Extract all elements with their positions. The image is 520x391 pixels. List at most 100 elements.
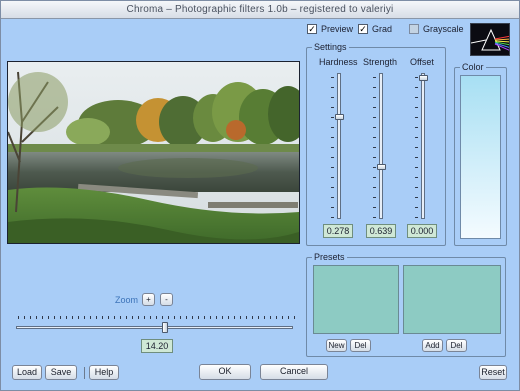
slider-tick xyxy=(373,177,376,178)
zoom-tick xyxy=(72,316,73,319)
preset-new-button[interactable]: New xyxy=(326,339,347,352)
preset-slot-right[interactable] xyxy=(403,265,501,334)
slider-tick xyxy=(331,157,334,158)
landscape-photo xyxy=(8,62,299,243)
window-title: Chroma – Photographic filters 1.0b – reg… xyxy=(1,1,519,19)
slider-tick xyxy=(373,117,376,118)
save-button[interactable]: Save xyxy=(45,365,77,380)
zoom-tick xyxy=(18,316,19,319)
load-button[interactable]: Load xyxy=(12,365,42,380)
hardness-label: Hardness xyxy=(319,57,358,67)
slider-tick xyxy=(331,77,334,78)
grayscale-check-box[interactable] xyxy=(409,24,419,34)
color-gradient-swatch[interactable] xyxy=(460,75,501,239)
photo-preview[interactable] xyxy=(7,61,300,244)
slider-tick xyxy=(373,137,376,138)
slider-tick xyxy=(331,177,334,178)
preset-slot-left[interactable] xyxy=(313,265,399,334)
slider-tick xyxy=(415,217,418,218)
zoom-tick xyxy=(120,316,121,319)
slider-tick xyxy=(415,197,418,198)
preset-add-button[interactable]: Add xyxy=(422,339,443,352)
checkmark-icon: ✓ xyxy=(359,24,367,34)
slider-tick xyxy=(331,197,334,198)
zoom-tick xyxy=(66,316,67,319)
zoom-tick xyxy=(90,316,91,319)
strength-slider-track[interactable] xyxy=(379,73,383,219)
slider-tick xyxy=(373,87,376,88)
zoom-tick xyxy=(126,316,127,319)
zoom-value[interactable]: 14.20 xyxy=(141,339,173,353)
prism-rainbow-icon xyxy=(470,23,510,56)
slider-tick xyxy=(415,97,418,98)
zoom-in-button[interactable]: + xyxy=(142,293,155,306)
strength-value[interactable]: 0.639 xyxy=(366,224,396,238)
slider-tick xyxy=(373,197,376,198)
checkmark-icon: ✓ xyxy=(308,24,316,34)
ok-button[interactable]: OK xyxy=(199,364,251,380)
zoom-out-button[interactable]: - xyxy=(160,293,173,306)
help-button[interactable]: Help xyxy=(89,365,119,380)
slider-tick xyxy=(331,187,334,188)
hardness-slider-thumb[interactable] xyxy=(335,113,344,120)
zoom-tick xyxy=(228,316,229,319)
grayscale-label: Grayscale xyxy=(423,24,464,34)
hardness-value[interactable]: 0.278 xyxy=(323,224,353,238)
zoom-tick xyxy=(252,316,253,319)
offset-value[interactable]: 0.000 xyxy=(407,224,437,238)
zoom-tick xyxy=(204,316,205,319)
slider-tick xyxy=(373,167,376,168)
zoom-tick xyxy=(144,316,145,319)
color-title: Color xyxy=(460,62,486,72)
grad-checkbox[interactable]: ✓ Grad xyxy=(358,23,392,35)
zoom-tick xyxy=(96,316,97,319)
settings-title: Settings xyxy=(312,42,349,52)
slider-tick xyxy=(331,107,334,108)
zoom-tick xyxy=(102,316,103,319)
zoom-tick xyxy=(174,316,175,319)
preset-del2-button[interactable]: Del xyxy=(446,339,467,352)
zoom-tick xyxy=(216,316,217,319)
reset-button[interactable]: Reset xyxy=(479,365,507,380)
offset-slider-thumb[interactable] xyxy=(419,75,428,81)
zoom-slider-track[interactable] xyxy=(16,326,293,329)
preset-del-button[interactable]: Del xyxy=(350,339,371,352)
presets-title: Presets xyxy=(312,252,347,262)
slider-tick xyxy=(415,77,418,78)
preview-checkbox[interactable]: ✓ Preview xyxy=(307,23,353,35)
zoom-tick xyxy=(270,316,271,319)
zoom-tick xyxy=(198,316,199,319)
slider-tick xyxy=(415,147,418,148)
hardness-slider-track[interactable] xyxy=(337,73,341,219)
zoom-tick xyxy=(294,316,295,319)
zoom-tick xyxy=(54,316,55,319)
preview-check-box[interactable]: ✓ xyxy=(307,24,317,34)
slider-tick xyxy=(331,167,334,168)
cancel-button[interactable]: Cancel xyxy=(260,364,328,380)
zoom-tick xyxy=(162,316,163,319)
slider-tick xyxy=(331,217,334,218)
slider-tick xyxy=(415,177,418,178)
grad-check-box[interactable]: ✓ xyxy=(358,24,368,34)
grayscale-checkbox[interactable]: Grayscale xyxy=(409,23,464,35)
zoom-tick xyxy=(30,316,31,319)
zoom-slider-thumb[interactable] xyxy=(161,322,168,333)
slider-tick xyxy=(373,147,376,148)
offset-slider-track[interactable] xyxy=(421,73,425,219)
grad-label: Grad xyxy=(372,24,393,34)
offset-label: Offset xyxy=(410,57,434,67)
strength-slider-thumb[interactable] xyxy=(377,164,386,171)
zoom-tick xyxy=(150,316,151,319)
zoom-tick xyxy=(276,316,277,319)
zoom-tick xyxy=(180,316,181,319)
zoom-tick xyxy=(222,316,223,319)
zoom-tick xyxy=(138,316,139,319)
slider-tick xyxy=(415,207,418,208)
slider-tick xyxy=(331,97,334,98)
slider-tick xyxy=(373,97,376,98)
zoom-tick xyxy=(114,316,115,319)
zoom-tick xyxy=(78,316,79,319)
slider-tick xyxy=(415,167,418,168)
zoom-tick xyxy=(36,316,37,319)
zoom-tick xyxy=(240,316,241,319)
